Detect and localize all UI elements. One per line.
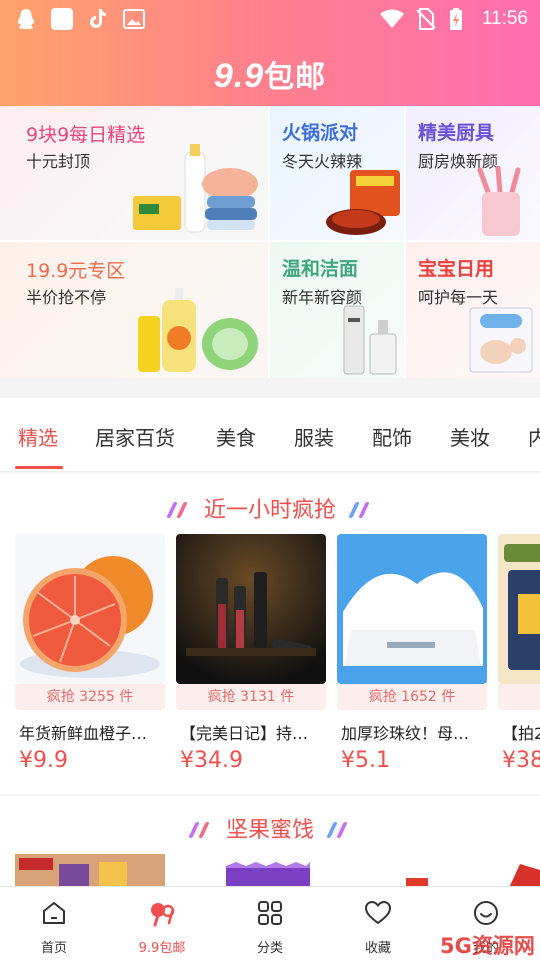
tab-home-goods[interactable]: 居家百货 [95,422,175,451]
section-title-row: 坚果蜜饯 [0,812,540,844]
hot-sale-section: 近一小时疯抢 疯抢 3255 件 年货新鲜血橙子… ¥9.9 疯抢 3131 件… [0,474,540,794]
wifi-icon [380,9,404,28]
section-title: 近一小时疯抢 [203,498,336,523]
promo-tile-hotpot[interactable]: 火锅派对 冬天火辣辣 [270,106,404,240]
promo-title: 19.9元专区 [26,260,126,282]
category-tabs: 精选 居家百货 美食 服装 配饰 美妆 内 [0,398,540,472]
qq-penguin-icon [17,9,35,29]
blood-orange-image [15,534,165,684]
product-name: 年货新鲜血橙子… [19,724,148,743]
tab-underwear[interactable]: 内 [528,422,540,451]
section-title-row: 近一小时疯抢 [0,492,540,524]
cotton-tissue-image [337,534,487,684]
nav-label: 首页 [40,941,67,956]
flash-sale-count: 疯抢 1652 件 [337,684,487,710]
status-bar: 11:56 [0,0,540,40]
home-icon [43,902,65,924]
flash-sale-count: 疯抢 3255 件 [15,684,165,710]
tab-makeup[interactable]: 美妆 [450,422,490,451]
flash-sale-count: 疯抢 3131 件 [176,684,326,710]
nuts-preserves-section: 坚果蜜饯 [0,796,540,890]
product-name: 【完美日记】持… [180,724,309,743]
profile-icon [474,901,498,925]
product-price: ¥9.9 [19,748,68,773]
promo-title: 宝宝日用 [418,258,495,280]
product-price: ¥5.1 [341,748,390,773]
diaper-pack-illustration [469,307,533,373]
decorative-slash-icon [348,502,372,520]
promo-banner-grid: 9块9每日精选 十元封顶 火锅派对 冬天火辣辣 精美厨具 厨房焕新颜 19.9元… [0,106,540,378]
promo-title: 温和洁面 [282,258,359,280]
nav-category[interactable]: 分类 [216,887,324,960]
nav-label: 收藏 [364,941,391,956]
lip-gloss-image [176,534,326,684]
nav-home[interactable]: 首页 [0,887,108,960]
no-sim-icon [416,8,436,30]
decorative-slash-icon [188,822,212,840]
promo-title: 火锅派对 [282,122,359,144]
promo-tile-daily-picks[interactable]: 9块9每日精选 十元封顶 [0,106,268,240]
promo-tile-cleanser[interactable]: 温和洁面 新年新容颜 [270,242,404,378]
nine-nine-icon [151,903,175,927]
heart-icon [364,900,392,925]
app-logo: 9.9包邮 [0,52,540,96]
promo-subtitle: 半价抢不停 [26,288,107,307]
nav-favorites[interactable]: 收藏 [324,887,432,960]
nav-nine-nine[interactable]: 9.9包邮 [108,887,216,960]
section-title: 坚果蜜饯 [225,818,314,843]
personal-care-illustration [138,288,258,372]
cleanser-bottles-illustration [343,305,397,375]
promo-subtitle: 十元封顶 [26,152,91,171]
clock-time: 11:56 [481,8,528,29]
logo-text: 包邮 [264,60,327,95]
grid-icon [258,901,282,925]
nav-label: 分类 [256,941,283,956]
snack-box-image[interactable] [15,854,165,890]
product-name: 【拍2 [502,724,540,743]
tab-jingxuan[interactable]: 精选 [18,422,58,451]
tab-clothing[interactable]: 服装 [294,422,334,451]
product-price: ¥34.9 [180,748,243,773]
kitchen-utensils-illustration [477,166,521,236]
logo-number: 9.9 [213,57,265,95]
household-goods-illustration [133,144,258,233]
snack-pack-image [498,534,540,684]
promo-tile-kitchenware[interactable]: 精美厨具 厨房焕新颜 [406,106,540,240]
tab-accessories[interactable]: 配饰 [372,422,412,451]
nav-label: 9.9包邮 [138,941,186,956]
promo-tile-19-9-zone[interactable]: 19.9元专区 半价抢不停 [0,242,268,378]
promo-tile-baby-care[interactable]: 宝宝日用 呵护每一天 [406,242,540,378]
product-price: ¥38 [502,748,540,773]
battery-charging-icon [450,8,462,30]
decorative-slash-icon [166,502,190,520]
tiktok-icon [90,9,106,28]
hotpot-seasoning-illustration [326,170,400,235]
watermark-text: 5G资源网 [440,934,535,958]
flash-sale-count: 疯 [498,684,540,710]
active-tab-indicator [15,466,63,469]
app-square-icon [51,8,73,30]
gallery-icon [123,9,145,29]
promo-title: 9块9每日精选 [26,124,146,146]
decorative-slash-icon [326,822,350,840]
product-name: 加厚珍珠纹！母… [341,724,470,743]
tab-food[interactable]: 美食 [216,422,256,451]
promo-title: 精美厨具 [418,122,495,144]
app-header: 11:56 9.9包邮 [0,0,540,106]
